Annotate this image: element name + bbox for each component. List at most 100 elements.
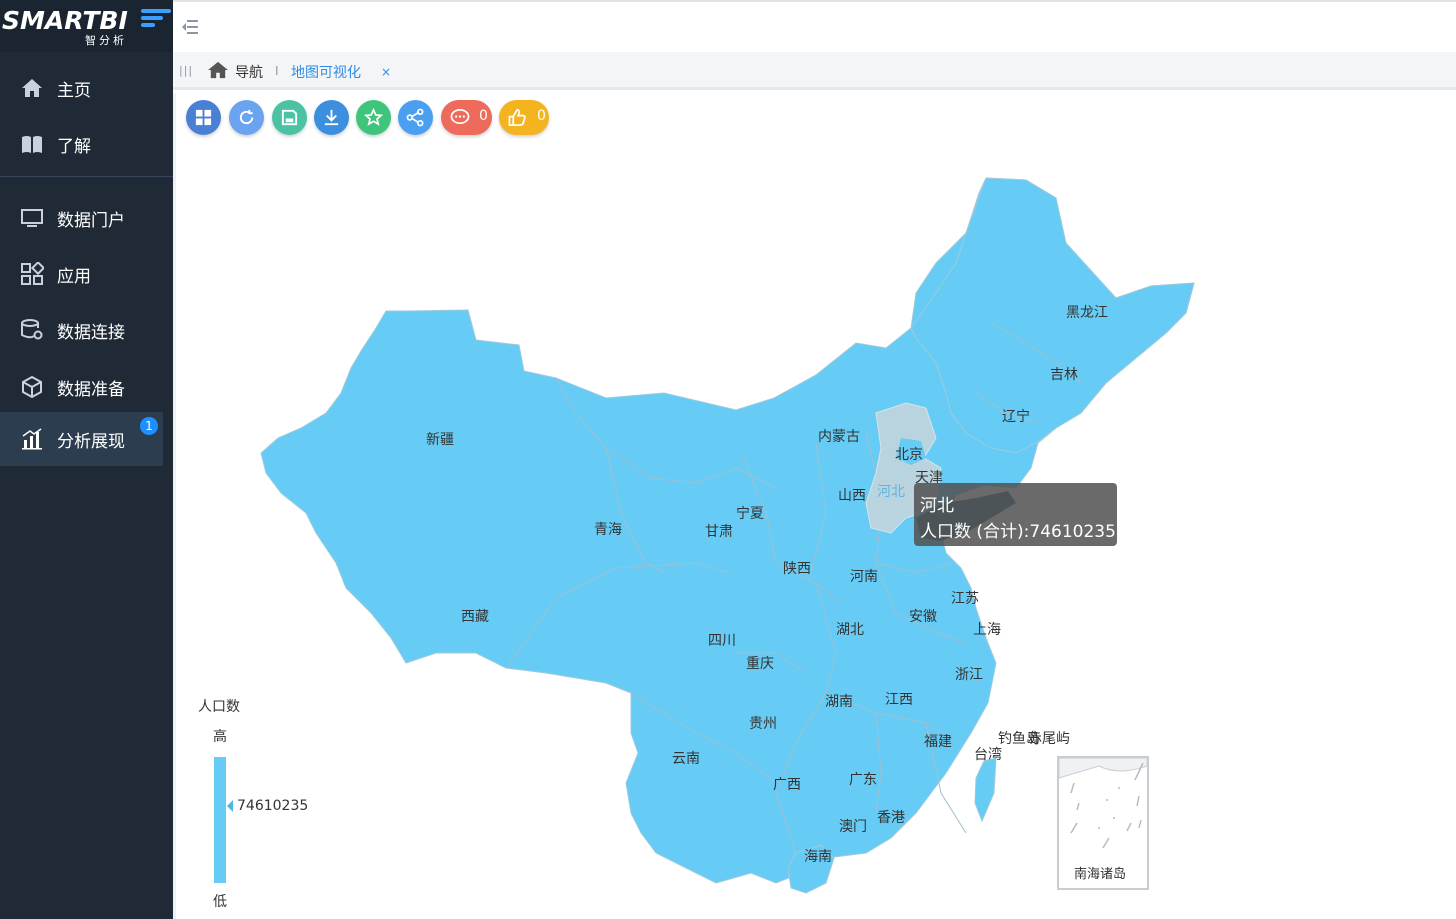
sidebar-item-label: 分析展现 — [57, 432, 125, 452]
download-icon — [324, 109, 339, 126]
sidebar-item-learn[interactable]: 了解 — [0, 117, 163, 171]
database-settings-icon — [21, 319, 43, 340]
tooltip-province: 河北 — [920, 496, 954, 516]
save-button[interactable] — [272, 100, 307, 135]
province-label: 湖南 — [825, 694, 853, 710]
province-label: 重庆 — [746, 656, 774, 672]
like-count: 0 — [537, 108, 546, 124]
tab-close-icon[interactable]: × — [381, 65, 391, 79]
province-label: 辽宁 — [1002, 408, 1030, 425]
grid-icon — [195, 109, 212, 126]
province-label: 河北 — [877, 484, 905, 500]
map-tooltip: 河北 人口数 (合计):74610235 — [914, 483, 1117, 546]
comment-button[interactable]: 0 — [441, 100, 492, 135]
legend-title: 人口数 — [198, 699, 240, 715]
share-button[interactable] — [398, 100, 433, 135]
province-label: 江西 — [885, 692, 913, 708]
province-label: 北京 — [895, 447, 923, 463]
like-button[interactable]: 0 — [499, 100, 549, 135]
breadcrumb-separator: I — [275, 64, 279, 78]
province-label: 广西 — [773, 777, 801, 793]
monitor-icon — [21, 209, 43, 227]
sidebar-divider — [0, 176, 173, 177]
download-button[interactable] — [314, 100, 349, 135]
province-label: 内蒙古 — [818, 429, 860, 445]
sidebar-item-label: 应用 — [57, 267, 91, 287]
menu-collapse-icon[interactable] — [181, 18, 199, 36]
south-china-sea-inset: 南海诸岛 — [1057, 756, 1149, 890]
share-icon — [406, 108, 424, 127]
sidebar-item-apps[interactable]: 应用 — [0, 247, 163, 301]
province-label: 新疆 — [426, 432, 454, 448]
tab-bar: ||| 导航 I 地图可视化 × — [173, 52, 1456, 90]
province-label: 西藏 — [461, 609, 489, 625]
logo-mark-icon — [141, 9, 171, 30]
comment-icon — [450, 109, 470, 125]
sidebar-item-home[interactable]: 主页 — [0, 61, 163, 115]
province-label: 台湾 — [974, 746, 1002, 763]
favorite-button[interactable] — [356, 100, 391, 135]
sidebar: SMARTBI 智分析 主页 了解 数据门户 应用 数据连接 数据准备 分析展现… — [0, 0, 173, 919]
report-canvas: 黑龙江 吉林 辽宁 内蒙古 北京 天津 河北 山西 新疆 青海 宁夏 甘肃 陕西… — [176, 93, 1456, 919]
province-label: 湖北 — [836, 622, 864, 638]
province-label: 青海 — [594, 522, 622, 538]
province-label: 贵州 — [749, 716, 777, 732]
apps-icon — [21, 262, 44, 285]
province-label: 海南 — [804, 849, 832, 865]
comment-count: 0 — [479, 108, 488, 124]
legend-marker-icon — [227, 800, 233, 812]
cube-icon — [22, 375, 42, 399]
province-label: 陕西 — [783, 561, 811, 577]
logo-subtitle: 智分析 — [85, 34, 127, 47]
book-icon — [22, 136, 42, 153]
sidebar-item-label: 主页 — [57, 81, 91, 101]
province-label: 安徽 — [909, 609, 937, 625]
thumb-up-icon — [508, 109, 526, 126]
tooltip-value: 人口数 (合计):74610235 — [920, 522, 1116, 542]
layout-button[interactable] — [186, 100, 221, 135]
map-taiwan — [974, 757, 997, 823]
top-bar — [173, 0, 1456, 52]
sidebar-item-label: 数据准备 — [57, 380, 125, 400]
province-label: 赤尾屿 — [1028, 731, 1070, 747]
home-icon — [22, 79, 42, 97]
sidebar-item-label: 数据连接 — [57, 323, 125, 343]
legend-marker-value: 74610235 — [237, 798, 309, 814]
map-northeast — [910, 177, 1195, 454]
province-label: 浙江 — [955, 667, 983, 683]
province-label: 四川 — [708, 633, 736, 649]
sidebar-item-data-connection[interactable]: 数据连接 — [0, 303, 163, 357]
inset-label: 南海诸岛 — [1074, 867, 1127, 882]
province-label: 甘肃 — [705, 524, 733, 540]
province-label: 香港 — [877, 810, 905, 826]
refresh-icon — [239, 109, 254, 125]
province-label: 山西 — [838, 488, 866, 504]
sidebar-item-label: 数据门户 — [57, 211, 125, 231]
province-label: 澳门 — [839, 819, 867, 835]
legend-high-label: 高 — [213, 729, 227, 745]
province-label: 上海 — [973, 622, 1001, 638]
logo-text: SMARTBI — [2, 6, 128, 35]
refresh-button[interactable] — [229, 100, 264, 135]
sidebar-item-analysis[interactable]: 分析展现 1 — [0, 412, 163, 466]
sidebar-item-label: 了解 — [57, 137, 91, 157]
sidebar-item-data-portal[interactable]: 数据门户 — [0, 191, 163, 245]
province-label: 吉林 — [1050, 367, 1078, 383]
inset-islands — [1058, 757, 1148, 849]
sidebar-item-data-prep[interactable]: 数据准备 — [0, 360, 163, 414]
province-label: 河南 — [850, 569, 878, 585]
province-label: 福建 — [924, 734, 952, 750]
breadcrumb-home[interactable]: 导航 — [235, 62, 263, 82]
tab-map-visualization[interactable]: 地图可视化 — [291, 62, 361, 82]
drag-grip-icon[interactable]: ||| — [179, 64, 193, 77]
legend-low-label: 低 — [213, 894, 227, 910]
province-label: 江苏 — [951, 591, 979, 607]
home-icon[interactable] — [207, 61, 229, 79]
logo: SMARTBI 智分析 — [0, 0, 173, 52]
star-icon — [364, 108, 383, 126]
province-label: 广东 — [849, 772, 877, 788]
notification-badge: 1 — [140, 417, 158, 435]
bar-chart-icon — [22, 428, 42, 450]
province-label: 宁夏 — [736, 505, 764, 522]
legend-color-bar[interactable] — [214, 757, 226, 883]
